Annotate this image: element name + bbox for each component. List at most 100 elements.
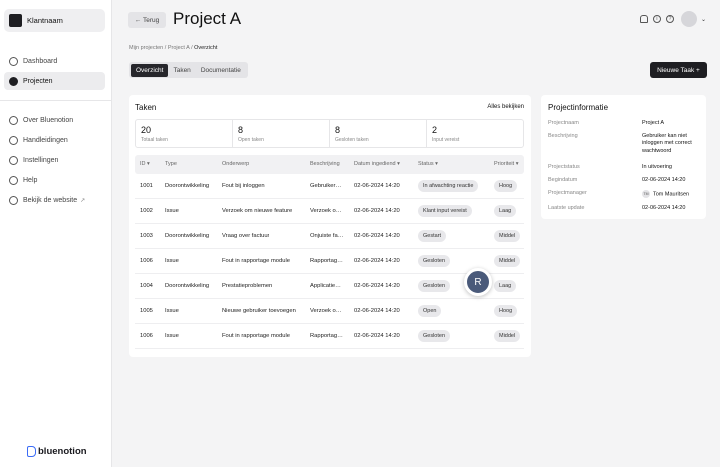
info-icon[interactable]: i <box>652 15 661 23</box>
sidebar-item-label: Instellingen <box>23 156 59 164</box>
sidebar-item-website[interactable]: Bekijk de website ↗ <box>4 191 105 209</box>
sidebar-item-label: Over Bluenotion <box>23 116 74 124</box>
user-avatar[interactable] <box>680 11 697 27</box>
info-key: Laatste update <box>548 205 585 211</box>
stat-open: 8 Open taken <box>233 120 330 147</box>
workspace-switcher[interactable]: Klantnaam <box>4 9 105 32</box>
table-row[interactable]: 1006 Issue Fout in rapportage module Rappor… <box>135 249 524 274</box>
table-row[interactable]: 1002 Issue Verzoek om nieuwe feature Verzoe… <box>135 199 524 224</box>
cell-date: 02-06-2024 14:20 <box>354 333 400 339</box>
help-icon[interactable]: ? <box>665 15 674 23</box>
cell-subject: Fout in rapportage module <box>222 333 290 339</box>
column-header-status[interactable]: Status ▾ <box>418 161 438 167</box>
chevron-down-icon[interactable]: ⌄ <box>701 16 706 23</box>
column-header-subject: Onderwerp <box>222 161 250 167</box>
cell-subject: Nieuwe gebruiker toevoegen <box>222 308 296 314</box>
cell-id: 1005 <box>140 308 153 314</box>
tab-overzicht[interactable]: Overzicht <box>131 63 169 77</box>
sidebar-item-label: Projecten <box>23 77 53 85</box>
stat-label: Totaal taken <box>141 137 168 143</box>
priority-badge: Laag <box>494 205 517 217</box>
tasks-table: ID ▾ Type Onderwerp Beschrijving Datum i… <box>135 155 524 349</box>
cell-date: 02-06-2024 14:20 <box>354 258 400 264</box>
table-row[interactable]: 1001 Doorontwikkeling Fout bij inloggen Geb… <box>135 174 524 199</box>
table-row[interactable]: 1005 Issue Nieuwe gebruiker toevoegen Verzo… <box>135 299 524 324</box>
cell-type: Issue <box>165 208 179 214</box>
breadcrumb: Mijn projecten / Project A / Overzicht <box>129 45 217 51</box>
sidebar-item-handleidingen[interactable]: Handleidingen <box>4 131 105 149</box>
cell-date: 02-06-2024 14:20 <box>354 183 400 189</box>
sidebar-item-over-bluenotion[interactable]: Over Bluenotion <box>4 111 105 129</box>
tasks-card: Taken Alles bekijken 20 Totaal taken 8 O… <box>129 95 531 357</box>
dashboard-icon <box>9 56 18 66</box>
bell-icon[interactable] <box>639 15 648 23</box>
tab-taken[interactable]: Taken <box>168 64 195 77</box>
priority-badge: Middel <box>494 255 521 267</box>
sidebar-divider <box>0 100 112 101</box>
client-name: Klantnaam <box>27 16 63 25</box>
sidebar-item-label: Handleidingen <box>23 136 68 144</box>
info-key: Projectstatus <box>548 164 580 170</box>
sidebar-item-help[interactable]: Help <box>4 171 105 189</box>
manager-avatar: TM <box>642 190 650 198</box>
see-all-link[interactable]: Alles bekijken <box>487 104 524 110</box>
breadcrumb-current: Overzicht <box>194 45 218 51</box>
cell-description: Onjuiste fa… <box>310 233 344 239</box>
status-badge: Open <box>418 305 442 317</box>
table-row[interactable]: 1006 Issue Fout in rapportage module Rappor… <box>135 324 524 349</box>
projects-icon <box>9 76 18 86</box>
table-body: 1001 Doorontwikkeling Fout bij inloggen Geb… <box>135 174 524 349</box>
sidebar-item-projecten[interactable]: Projecten <box>4 72 105 90</box>
tab-documentatie[interactable]: Documentatie <box>196 64 246 77</box>
task-stats: 20 Totaal taken 8 Open taken 8 Gesloten … <box>135 119 524 148</box>
cell-description: Gebruiker… <box>310 183 342 189</box>
cell-subject: Fout in rapportage module <box>222 258 290 264</box>
breadcrumb-project[interactable]: Project A / <box>168 45 194 51</box>
column-header-date[interactable]: Datum ingediend ▾ <box>354 161 400 167</box>
info-key: Beschrijving <box>548 133 578 139</box>
cell-description: Applicatie… <box>310 283 341 289</box>
stat-value: 20 <box>141 125 152 135</box>
main-nav: Dashboard Projecten <box>4 52 105 92</box>
stat-value: 8 <box>238 125 244 135</box>
info-value: 02-06-2024 14:20 <box>642 177 686 183</box>
help-icon <box>9 175 18 185</box>
back-button[interactable]: ← Terug <box>128 12 166 28</box>
cell-description: Verzoek o… <box>310 308 342 314</box>
status-badge: In afwachting reactie <box>418 180 479 192</box>
cell-date: 02-06-2024 14:20 <box>354 283 400 289</box>
bluenotion-logo-mark <box>27 446 36 457</box>
new-task-button[interactable]: Nieuwe Taak + <box>650 62 707 78</box>
cell-id: 1001 <box>140 183 153 189</box>
breadcrumb-projects[interactable]: Mijn projecten / <box>129 45 168 51</box>
info-key: Begindatum <box>548 177 578 183</box>
column-header-id[interactable]: ID ▾ <box>140 161 150 167</box>
info-circle-icon <box>9 115 18 125</box>
cell-id: 1004 <box>140 283 153 289</box>
status-badge: Gesloten <box>418 280 451 292</box>
table-header: ID ▾ Type Onderwerp Beschrijving Datum i… <box>135 155 524 174</box>
project-info-title: Projectinformatie <box>548 103 609 112</box>
manager-name: Tom Mauritsen <box>653 191 690 198</box>
column-header-description: Beschrijving <box>310 161 340 167</box>
stat-label: Open taken <box>238 137 264 143</box>
table-row[interactable]: 1003 Doorontwikkeling Vraag over factuur On… <box>135 224 524 249</box>
book-icon <box>9 135 18 145</box>
stat-label: Input vereist <box>432 137 460 143</box>
sidebar: Klantnaam Dashboard Projecten Over Bluen… <box>0 0 112 467</box>
cell-id: 1006 <box>140 258 153 264</box>
sidebar-item-dashboard[interactable]: Dashboard <box>4 52 105 70</box>
sidebar-item-label: Dashboard <box>23 57 58 65</box>
info-value: In uitvoering <box>642 164 672 170</box>
cell-subject: Fout bij inloggen <box>222 183 265 189</box>
avatar-bubble[interactable]: R <box>464 268 492 296</box>
column-header-priority[interactable]: Prioriteit ▾ <box>494 161 518 167</box>
bluenotion-logo-text: bluenotion <box>38 446 87 457</box>
priority-badge: Middel <box>494 230 521 242</box>
sidebar-item-instellingen[interactable]: Instellingen <box>4 151 105 169</box>
priority-badge: Middel <box>494 330 521 342</box>
priority-badge: Laag <box>494 280 517 292</box>
status-badge: Klant input vereist <box>418 205 472 217</box>
status-badge: Gesloten <box>418 330 451 342</box>
cell-date: 02-06-2024 14:20 <box>354 233 400 239</box>
